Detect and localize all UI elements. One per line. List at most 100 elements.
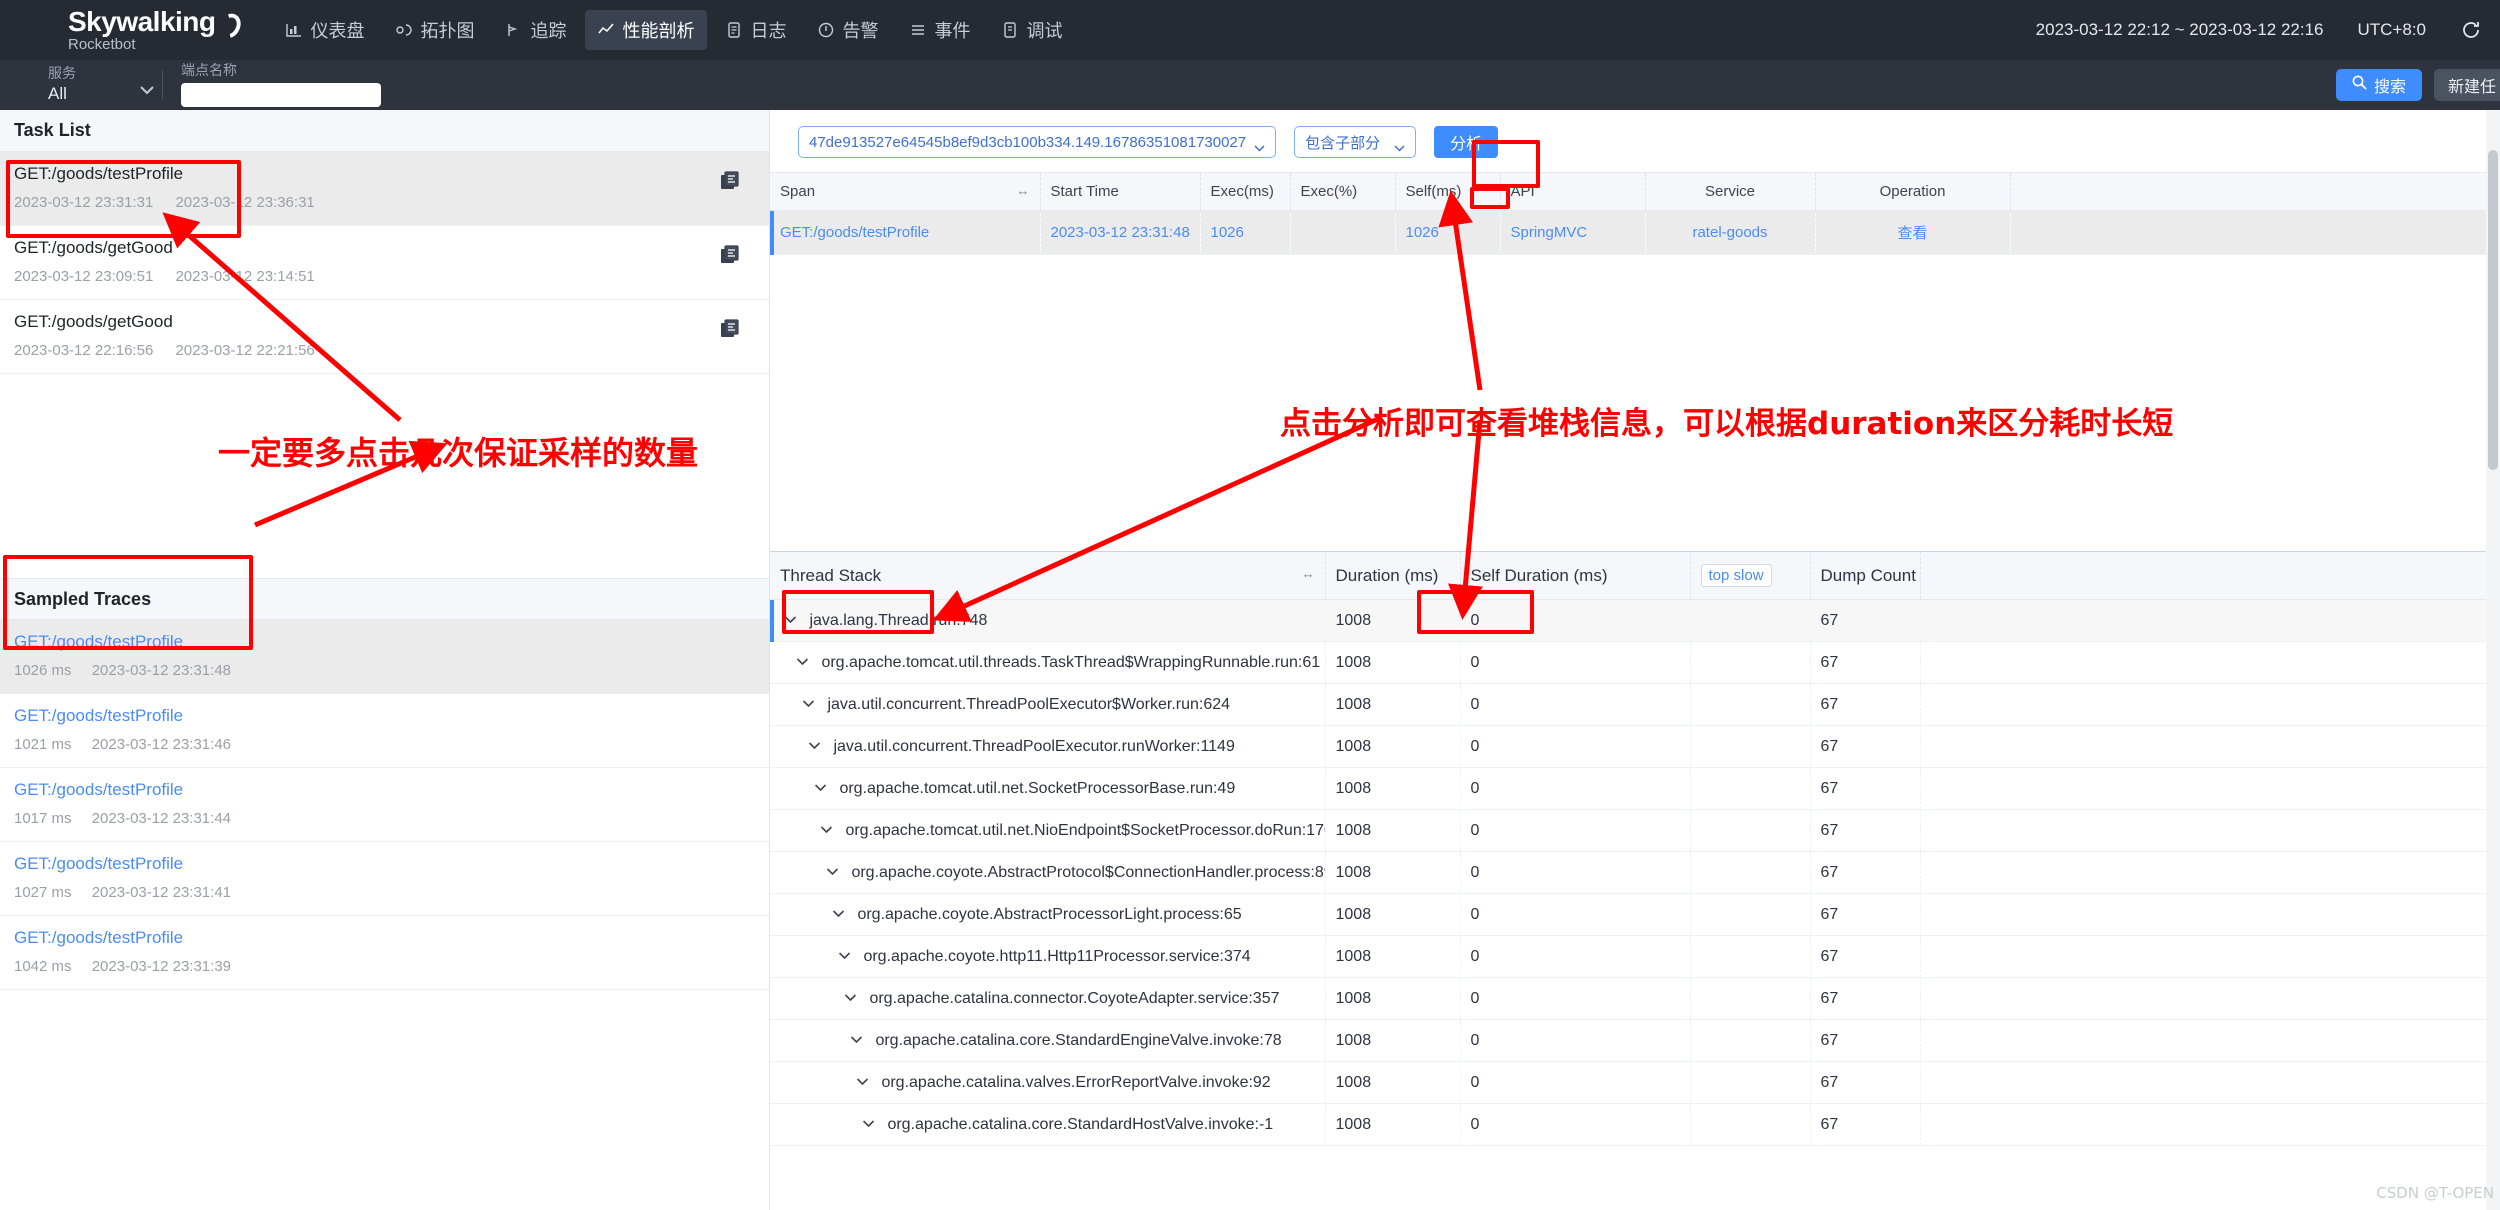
nav-item-dashboard[interactable]: 仪表盘 — [273, 10, 377, 50]
trace-list-item[interactable]: GET:/goods/testProfile 1017 ms 2023-03-1… — [0, 768, 769, 842]
trace-meta: 1021 ms 2023-03-12 23:31:46 — [14, 736, 755, 753]
nav-item-debug[interactable]: 调试 — [989, 10, 1075, 50]
stack-self-duration-cell: 0 — [1460, 1103, 1691, 1146]
nav-item-topology[interactable]: 拓扑图 — [383, 10, 487, 50]
chevron-down-icon[interactable] — [826, 863, 839, 876]
chevron-down-icon[interactable] — [850, 1031, 863, 1044]
stack-table-row[interactable]: org.apache.tomcat.util.net.NioEndpoint$S… — [770, 809, 2500, 852]
service-column-header[interactable]: Service — [1645, 173, 1816, 211]
chevron-down-icon[interactable] — [844, 989, 857, 1002]
chevron-down-icon[interactable] — [814, 779, 827, 792]
span-name-cell[interactable]: GET:/goods/testProfile — [770, 210, 1041, 255]
self-ms-column-header[interactable]: Self(ms) — [1395, 173, 1501, 211]
chevron-down-icon[interactable] — [808, 737, 821, 750]
stack-frame-cell[interactable]: java.lang.Thread.run:748 — [770, 599, 1326, 642]
exec-ms-column-header[interactable]: Exec(ms) — [1200, 173, 1291, 211]
stack-dump-count-cell: 67 — [1810, 935, 1921, 978]
trace-id-select[interactable]: 47de913527e64545b8ef9d3cb100b334.149.167… — [798, 126, 1277, 158]
span-table-row[interactable]: GET:/goods/testProfile 2023-03-12 23:31:… — [770, 210, 2500, 255]
copy-icon[interactable] — [719, 244, 741, 266]
chevron-down-icon[interactable] — [820, 821, 833, 834]
column-resize-icon[interactable]: ↔ — [1017, 183, 1030, 198]
chevron-down-icon[interactable] — [796, 653, 809, 666]
exec-pct-column-header[interactable]: Exec(%) — [1290, 173, 1396, 211]
stack-table-row[interactable]: org.apache.tomcat.util.net.SocketProcess… — [770, 767, 2500, 810]
chevron-down-icon[interactable] — [862, 1115, 875, 1128]
stack-table-row[interactable]: org.apache.catalina.core.StandardHostVal… — [770, 1103, 2500, 1146]
stack-table-row[interactable]: java.lang.Thread.run:748 1008 0 67 — [770, 599, 2500, 642]
stack-frame-cell[interactable]: org.apache.tomcat.util.net.SocketProcess… — [770, 767, 1326, 810]
nav-item-alarm[interactable]: 告警 — [805, 10, 891, 50]
trace-list-item[interactable]: GET:/goods/testProfile 1027 ms 2023-03-1… — [0, 842, 769, 916]
stack-frame-cell[interactable]: org.apache.coyote.http11.Http11Processor… — [770, 935, 1326, 978]
stack-frame-cell[interactable]: org.apache.coyote.AbstractProtocol$Conne… — [770, 851, 1326, 894]
stack-table-row[interactable]: org.apache.tomcat.util.threads.TaskThrea… — [770, 641, 2500, 684]
stack-frame-cell[interactable]: org.apache.tomcat.util.threads.TaskThrea… — [770, 641, 1326, 684]
vertical-scrollbar[interactable] — [2486, 110, 2500, 1210]
copy-icon[interactable] — [719, 318, 741, 340]
search-button[interactable]: 搜索 — [2335, 69, 2422, 101]
stack-frame-cell[interactable]: java.util.concurrent.ThreadPoolExecutor.… — [770, 725, 1326, 768]
stack-frame-cell[interactable]: org.apache.catalina.core.StandardEngineV… — [770, 1019, 1326, 1062]
refresh-icon[interactable] — [2460, 19, 2482, 41]
operation-column-header[interactable]: Operation — [1815, 173, 2011, 211]
chevron-down-icon[interactable] — [802, 695, 815, 708]
time-range-picker[interactable]: 2023-03-12 22:12 ~ 2023-03-12 22:16 — [2036, 20, 2324, 40]
stack-table-row[interactable]: org.apache.coyote.http11.Http11Processor… — [770, 935, 2500, 978]
task-list-item[interactable]: GET:/goods/testProfile 2023-03-12 23:31:… — [0, 152, 769, 226]
stack-table-row[interactable]: java.util.concurrent.ThreadPoolExecutor.… — [770, 725, 2500, 768]
top-slow-button[interactable]: top slow — [1700, 564, 1772, 587]
nav-item-profile[interactable]: 性能剖析 — [584, 10, 707, 50]
stack-table-row[interactable]: org.apache.catalina.valves.ErrorReportVa… — [770, 1061, 2500, 1104]
stack-frame-cell[interactable]: org.apache.catalina.valves.ErrorReportVa… — [770, 1061, 1326, 1104]
stack-table-row[interactable]: org.apache.catalina.connector.CoyoteAdap… — [770, 977, 2500, 1020]
stack-frame-cell[interactable]: java.util.concurrent.ThreadPoolExecutor$… — [770, 683, 1326, 726]
chevron-down-icon[interactable] — [784, 611, 797, 624]
dump-count-column-header[interactable]: Dump Count — [1810, 552, 1921, 600]
trace-list-item[interactable]: GET:/goods/testProfile 1021 ms 2023-03-1… — [0, 694, 769, 768]
trace-duration: 1027 ms — [14, 884, 72, 901]
task-start-time: 2023-03-12 22:16:56 — [14, 342, 154, 359]
column-resize-icon[interactable]: ↔ — [1302, 566, 1315, 581]
thread-stack-column-header[interactable]: Thread Stack ↔ — [770, 552, 1326, 600]
nav-item-log[interactable]: 日志 — [713, 10, 799, 50]
span-operation-link[interactable]: 查看 — [1815, 210, 2011, 255]
new-task-button[interactable]: 新建任 — [2433, 69, 2500, 101]
scope-value: 包含子部分 — [1305, 134, 1381, 152]
stack-topslow-cell — [1690, 935, 1811, 978]
api-column-header[interactable]: API — [1500, 173, 1646, 211]
timezone-label[interactable]: UTC+8:0 — [2358, 20, 2427, 40]
stack-topslow-cell — [1690, 1019, 1811, 1062]
endpoint-input[interactable] — [181, 82, 381, 107]
copy-icon[interactable] — [719, 170, 741, 192]
stack-frame-cell[interactable]: org.apache.coyote.AbstractProcessorLight… — [770, 893, 1326, 936]
nav-item-trace[interactable]: 追踪 — [493, 10, 579, 50]
stack-table-row[interactable]: java.util.concurrent.ThreadPoolExecutor$… — [770, 683, 2500, 726]
task-list-item[interactable]: GET:/goods/getGood 2023-03-12 22:16:56 2… — [0, 300, 769, 374]
stack-frame-name: org.apache.coyote.http11.Http11Processor… — [863, 948, 1251, 965]
chevron-down-icon[interactable] — [838, 947, 851, 960]
stack-table-row[interactable]: org.apache.catalina.core.StandardEngineV… — [770, 1019, 2500, 1062]
stack-table-row[interactable]: org.apache.coyote.AbstractProcessorLight… — [770, 893, 2500, 936]
start-time-column-header[interactable]: Start Time — [1040, 173, 1201, 211]
analyze-button[interactable]: 分析 — [1434, 126, 1499, 158]
chevron-down-icon[interactable] — [832, 905, 845, 918]
span-column-header[interactable]: Span ↔ — [770, 173, 1041, 211]
trace-list-item[interactable]: GET:/goods/testProfile 1042 ms 2023-03-1… — [0, 916, 769, 990]
scope-select[interactable]: 包含子部分 — [1294, 126, 1417, 158]
nav-item-event[interactable]: 事件 — [897, 10, 983, 50]
app-logo[interactable]: Skywalking Rocketbot — [18, 6, 235, 54]
self-duration-column-header[interactable]: Self Duration (ms) — [1460, 552, 1691, 600]
task-list-item[interactable]: GET:/goods/getGood 2023-03-12 23:09:51 2… — [0, 226, 769, 300]
duration-column-header[interactable]: Duration (ms) — [1325, 552, 1461, 600]
scrollbar-thumb[interactable] — [2488, 150, 2498, 470]
service-select[interactable]: 服务 All — [18, 66, 158, 103]
analysis-toolbar: 47de913527e64545b8ef9d3cb100b334.149.167… — [770, 110, 2500, 172]
stack-frame-cell[interactable]: org.apache.catalina.connector.CoyoteAdap… — [770, 977, 1326, 1020]
chevron-down-icon[interactable] — [856, 1073, 869, 1086]
stack-frame-cell[interactable]: org.apache.tomcat.util.net.NioEndpoint$S… — [770, 809, 1326, 852]
stack-frame-cell[interactable]: org.apache.catalina.core.StandardHostVal… — [770, 1103, 1326, 1146]
stack-duration-cell: 1008 — [1325, 767, 1461, 810]
trace-list-item[interactable]: GET:/goods/testProfile 1026 ms 2023-03-1… — [0, 620, 769, 694]
stack-table-row[interactable]: org.apache.coyote.AbstractProtocol$Conne… — [770, 851, 2500, 894]
